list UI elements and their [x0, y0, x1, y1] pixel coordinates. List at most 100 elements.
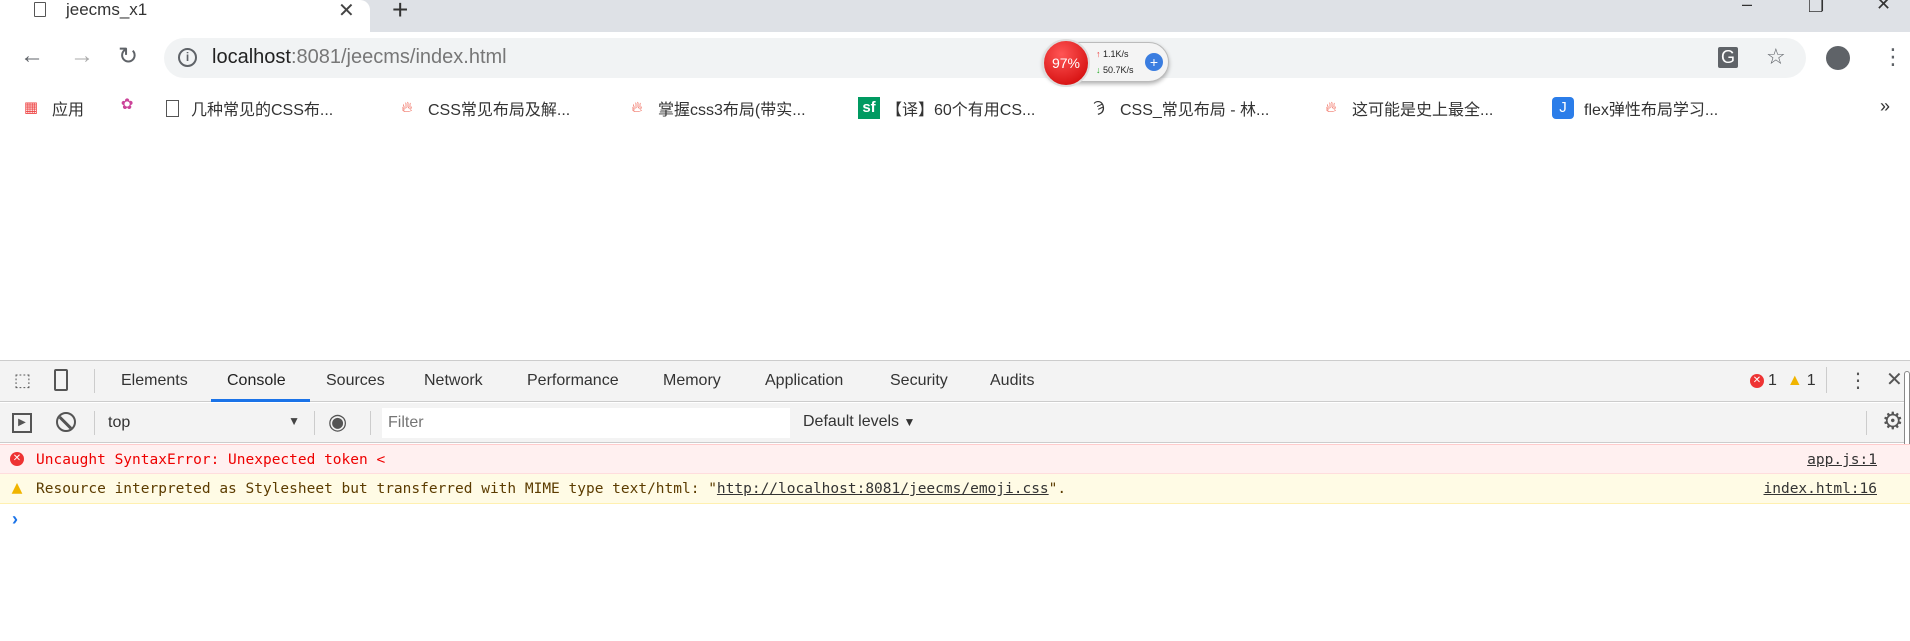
network-speed-widget[interactable]: 97% ↑ 1.1K/s ↓ 50.7K/s +: [1042, 39, 1169, 87]
bookmark-label: 应用: [52, 102, 85, 119]
console-toolbar: ▶ top ▼ ◉ Default levels ▼ ⚙: [0, 403, 1910, 443]
error-icon: ✕: [1750, 374, 1764, 388]
minimize-button[interactable]: –: [1742, 0, 1752, 15]
new-tab-button[interactable]: +: [392, 0, 408, 26]
tab-console[interactable]: Console: [227, 372, 286, 390]
error-count: 1: [1768, 372, 1777, 389]
bookmark-label: 掌握css3布局(带实...: [658, 102, 806, 119]
tab-audits[interactable]: Audits: [990, 372, 1034, 390]
tab-network[interactable]: Network: [424, 372, 483, 390]
devtools-panel: ⬚ Elements Console Sources Network Perfo…: [0, 360, 1910, 641]
more-menu-icon[interactable]: ⋮: [1882, 44, 1904, 70]
back-icon[interactable]: ←: [20, 42, 44, 70]
inspect-element-icon[interactable]: ⬚: [14, 370, 31, 391]
close-devtools-icon[interactable]: ✕: [1886, 367, 1903, 392]
speed-percent: 97%: [1042, 39, 1090, 87]
divider: [94, 369, 95, 393]
page-icon: [166, 99, 179, 117]
warning-url-link[interactable]: http://localhost:8081/jeecms/emoji.css: [717, 481, 1049, 497]
tab-strip: jeecms_x1 ✕ + – ❐ ✕: [0, 0, 1910, 32]
bookmark-label: 【译】60个有用CS...: [886, 102, 1036, 119]
warning-source-link[interactable]: index.html:16: [1764, 475, 1878, 503]
bookmark-5[interactable]: sf 【译】60个有用CS...: [858, 96, 1035, 120]
restore-button[interactable]: ❐: [1808, 0, 1824, 17]
bookmark-label: flex弹性布局学习...: [1584, 102, 1719, 119]
divider: [94, 411, 95, 435]
console-prompt[interactable]: ›: [12, 509, 18, 530]
divider: [1866, 411, 1867, 435]
bookmark-1[interactable]: ✿: [118, 96, 148, 114]
bookmark-7[interactable]: 🔥︎ 这可能是史上最全...: [1322, 96, 1493, 120]
tab-title: jeecms_x1: [66, 0, 148, 19]
tab-security[interactable]: Security: [890, 372, 948, 390]
bookmarks-overflow-button[interactable]: »: [1880, 96, 1890, 117]
filter-input[interactable]: [382, 408, 790, 438]
divider: [314, 411, 315, 435]
tab-elements[interactable]: Elements: [121, 372, 188, 390]
reload-icon[interactable]: ↻: [118, 42, 138, 71]
device-toolbar-icon[interactable]: [54, 369, 68, 391]
context-value: top: [108, 414, 131, 431]
active-tab-indicator: [211, 399, 310, 402]
bookmark-label: CSS常见布局及解...: [428, 102, 571, 119]
bookmark-apps[interactable]: ▦ 应用: [22, 96, 84, 120]
bookmark-label: 这可能是史上最全...: [1352, 102, 1494, 119]
issue-counts[interactable]: ✕ 1 ▲ 1: [1750, 372, 1816, 390]
apps-grid-icon: ▦: [23, 99, 39, 116]
upload-speed: ↑ 1.1K/s: [1096, 49, 1129, 59]
clear-console-icon[interactable]: [56, 412, 76, 432]
forward-icon[interactable]: →: [70, 42, 94, 70]
console-warning-row: ▲ Resource interpreted as Stylesheet but…: [0, 474, 1910, 504]
bookmark-8[interactable]: Jflex弹性布局学习...: [1552, 96, 1718, 120]
tab-performance[interactable]: Performance: [527, 372, 619, 390]
url-text[interactable]: localhost:8081/jeecms/index.html: [212, 46, 507, 69]
live-expression-eye-icon[interactable]: ◉: [328, 409, 347, 435]
divider: [1826, 367, 1827, 393]
flame-icon: 🔥︎: [401, 99, 413, 116]
page-icon: [34, 2, 46, 17]
warning-icon: ▲: [1786, 372, 1803, 389]
close-window-button[interactable]: ✕: [1876, 0, 1891, 15]
error-source-link[interactable]: app.js:1: [1807, 446, 1877, 474]
log-levels-dropdown[interactable]: Default levels ▼: [803, 413, 915, 431]
bookmark-4[interactable]: 🔥︎ 掌握css3布局(带实...: [628, 96, 806, 120]
avatar[interactable]: [1826, 46, 1850, 70]
warning-message: Resource interpreted as Stylesheet but t…: [36, 481, 1067, 497]
bookmark-label: 几种常见的CSS布...: [191, 102, 334, 119]
levels-label: Default levels: [803, 413, 900, 430]
bookmark-6[interactable]: Ϡ CSS_常见布局 - 林...: [1090, 96, 1269, 120]
bookmark-label: CSS_常见布局 - 林...: [1120, 102, 1270, 119]
info-icon[interactable]: i: [178, 48, 197, 67]
site-logo-icon: Ϡ: [1093, 99, 1105, 116]
address-bar[interactable]: i localhost:8081/jeecms/index.html: [164, 38, 1806, 78]
bookmark-3[interactable]: 🔥︎ CSS常见布局及解...: [398, 96, 570, 120]
tab-memory[interactable]: Memory: [663, 372, 721, 390]
sidebar-toggle-icon[interactable]: ▶: [12, 413, 32, 433]
bookmark-2[interactable]: 几种常见的CSS布...: [166, 96, 333, 120]
dropdown-arrow-icon: ▼: [288, 414, 300, 428]
tab-application[interactable]: Application: [765, 372, 843, 390]
warning-icon: ▲: [11, 480, 23, 496]
console-error-row: ✕ Uncaught SyntaxError: Unexpected token…: [0, 444, 1910, 474]
tab-close-icon[interactable]: ✕: [338, 0, 355, 23]
site-logo-icon: J: [1552, 97, 1574, 119]
devtools-tabbar: ⬚ Elements Console Sources Network Perfo…: [0, 361, 1910, 402]
settings-gear-icon[interactable]: ⚙: [1882, 407, 1904, 436]
site-logo-icon: ✿: [120, 96, 134, 113]
warning-count: 1: [1806, 372, 1816, 389]
flame-icon: 🔥︎: [631, 99, 643, 116]
context-selector[interactable]: top ▼: [100, 409, 304, 437]
translate-icon[interactable]: G: [1718, 47, 1739, 68]
sf-icon: sf: [858, 97, 880, 119]
error-icon: ✕: [10, 452, 24, 466]
dropdown-arrow-icon: ▼: [903, 415, 916, 429]
flame-icon: 🔥︎: [1325, 99, 1337, 116]
plus-icon[interactable]: +: [1145, 53, 1163, 71]
star-icon[interactable]: ☆: [1766, 44, 1786, 70]
tab-sources[interactable]: Sources: [326, 372, 385, 390]
download-speed: ↓ 50.7K/s: [1096, 65, 1134, 75]
browser-tab[interactable]: jeecms_x1 ✕: [0, 0, 370, 32]
error-message: Uncaught SyntaxError: Unexpected token <: [36, 452, 386, 468]
devtools-menu-icon[interactable]: ⋮: [1848, 368, 1868, 393]
divider: [370, 411, 371, 435]
